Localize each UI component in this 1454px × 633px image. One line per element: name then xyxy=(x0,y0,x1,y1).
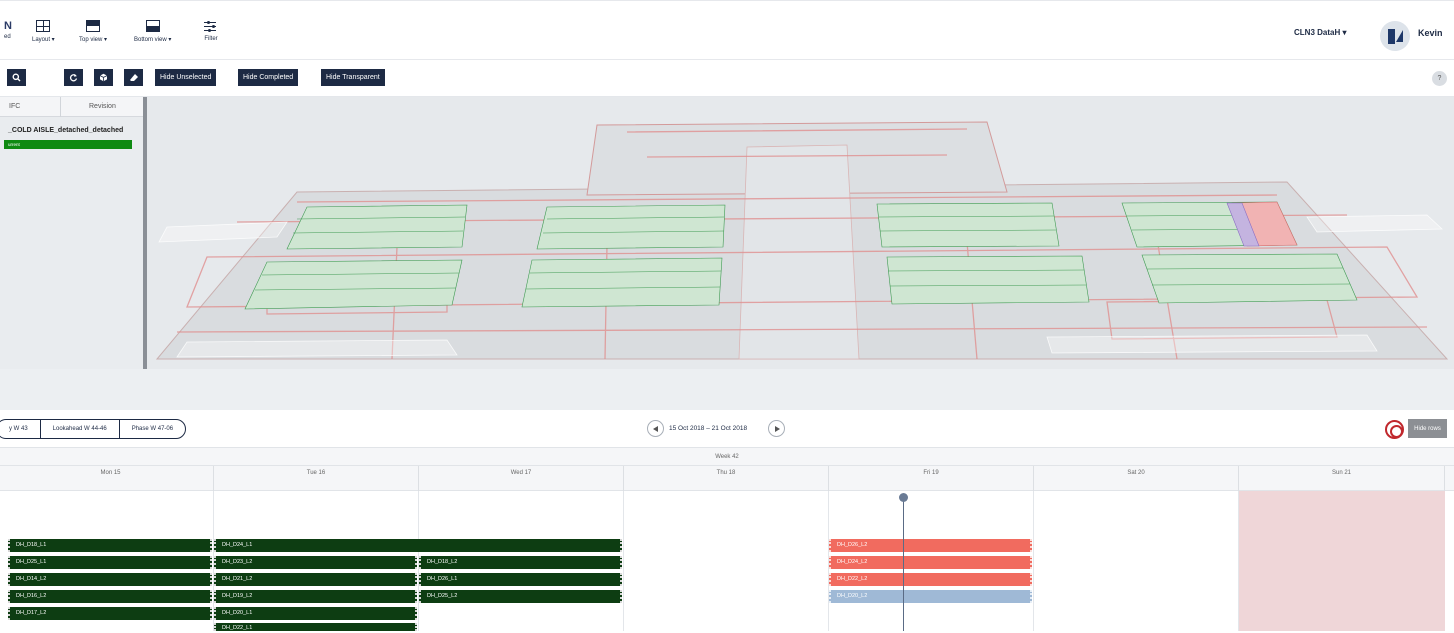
task-bar[interactable]: DH_D20_L2 xyxy=(829,590,1032,603)
model-row-name[interactable]: _COLD AISLE_detached_detached xyxy=(8,127,123,134)
task-bar[interactable]: DH_D24_L2 xyxy=(829,556,1032,569)
day-header-mon: Mon 15 xyxy=(8,466,214,491)
project-selector[interactable]: CLN3 DataH ▾ xyxy=(1294,28,1346,37)
building-model-render xyxy=(155,121,1449,360)
day-header-sun: Sun 21 xyxy=(1239,466,1445,491)
previous-week-button[interactable] xyxy=(647,420,664,437)
task-bar[interactable]: DH_D22_L2 xyxy=(829,573,1032,586)
top-view-label: Top view ▾ xyxy=(79,37,108,43)
bottom-view-menu[interactable]: Bottom view ▾ xyxy=(134,20,171,43)
cube-icon xyxy=(99,73,108,82)
layout-icon xyxy=(36,20,51,32)
hide-rows-button[interactable]: Hide rows xyxy=(1408,419,1447,438)
tab-lookahead[interactable]: Lookahead W 44-46 xyxy=(41,420,120,438)
user-name[interactable]: Kevin xyxy=(1418,28,1443,38)
ifc-column-header[interactable]: IFC xyxy=(9,103,20,110)
refresh-icon xyxy=(69,74,78,82)
eraser-icon xyxy=(129,74,138,81)
task-bar[interactable]: DH_D17_L2 xyxy=(8,607,212,620)
revision-column-header[interactable]: Revision xyxy=(89,103,116,110)
hide-unselected-button[interactable]: Hide Unselected xyxy=(155,69,217,86)
hide-transparent-button[interactable]: Hide Transparent xyxy=(321,69,385,86)
task-bar[interactable]: DH_D20_L1 xyxy=(214,607,417,620)
task-bar[interactable]: DH_D24_L1 xyxy=(214,539,622,552)
schedule-toolbar: y W 43 Lookahead W 44-46 Phase W 47-06 1… xyxy=(0,410,1454,447)
task-bar[interactable]: DH_D22_L1 xyxy=(214,623,417,631)
task-bar[interactable]: DH_D16_L2 xyxy=(8,590,212,603)
task-bar[interactable]: DH_D14_L2 xyxy=(8,573,212,586)
avatar[interactable] xyxy=(1380,21,1410,51)
task-bar[interactable]: DH_D26_L2 xyxy=(829,539,1032,552)
day-header-thu: Thu 18 xyxy=(624,466,829,491)
panel-header: IFC Revision xyxy=(0,97,143,117)
gantt-chart: Week 42 Mon 15 Tue 16 Wed 17 Thu 18 Fri … xyxy=(0,447,1454,631)
layout-label: Layout ▾ xyxy=(32,37,55,43)
current-time-marker[interactable] xyxy=(899,493,908,502)
logo-mark: N xyxy=(4,20,12,32)
help-button[interactable]: ? xyxy=(1432,71,1447,86)
task-bar[interactable]: DH_D23_L2 xyxy=(214,556,417,569)
day-header-wed: Wed 17 xyxy=(419,466,624,491)
refresh-button[interactable] xyxy=(64,69,83,86)
day-header-sat: Sat 20 xyxy=(1034,466,1239,491)
day-header-fri: Fri 19 xyxy=(829,466,1034,491)
task-bar[interactable]: DH_D19_L2 xyxy=(214,590,417,603)
current-time-line xyxy=(903,496,904,631)
day-header-row: Mon 15 Tue 16 Wed 17 Thu 18 Fri 19 Sat 2… xyxy=(0,466,1454,491)
task-bar[interactable]: DH_D18_L1 xyxy=(8,539,212,552)
date-range-label: 15 Oct 2018 – 21 Oct 2018 xyxy=(669,425,748,432)
eraser-button[interactable] xyxy=(124,69,143,86)
top-view-icon xyxy=(86,20,101,32)
main-toolbar: N ed Layout ▾ Top view ▾ Bottom view ▾ F… xyxy=(0,0,1454,60)
chevron-left-icon xyxy=(653,426,658,432)
bottom-view-icon xyxy=(145,20,160,32)
action-bar: Hide Unselected Hide Completed Hide Tran… xyxy=(0,61,1454,97)
viewport-footer xyxy=(0,369,1454,410)
3d-model-viewport[interactable] xyxy=(147,97,1454,369)
chevron-right-icon xyxy=(775,426,780,432)
task-bar[interactable]: DH_D25_L2 xyxy=(419,590,622,603)
cube-view-button[interactable] xyxy=(94,69,113,86)
day-header-tue: Tue 16 xyxy=(214,466,419,491)
hide-completed-button[interactable]: Hide Completed xyxy=(238,69,299,86)
filter-icon xyxy=(204,20,218,32)
tab-phase[interactable]: Phase W 47-06 xyxy=(120,420,185,438)
tab-weekly[interactable]: y W 43 xyxy=(0,420,41,438)
layout-menu[interactable]: Layout ▾ xyxy=(32,20,55,43)
bottom-view-label: Bottom view ▾ xyxy=(134,37,172,43)
filter-menu[interactable]: Filter xyxy=(204,20,218,42)
model-list-panel: IFC Revision _COLD AISLE_detached_detach… xyxy=(0,97,143,369)
filter-label: Filter xyxy=(204,36,218,42)
focus-today-icon[interactable] xyxy=(1385,420,1404,439)
task-bar[interactable]: DH_D21_L2 xyxy=(214,573,417,586)
search-button[interactable] xyxy=(7,69,26,86)
phase-tabs: y W 43 Lookahead W 44-46 Phase W 47-06 xyxy=(0,419,187,439)
week-header: Week 42 xyxy=(0,447,1454,466)
logo-label: ed xyxy=(4,34,11,40)
task-bar[interactable]: DH_D26_L1 xyxy=(419,573,622,586)
top-view-menu[interactable]: Top view ▾ xyxy=(79,20,107,43)
search-icon xyxy=(12,73,21,82)
next-week-button[interactable] xyxy=(768,420,785,437)
app-logo: N ed xyxy=(4,20,12,40)
task-bar[interactable]: DH_D18_L2 xyxy=(419,556,622,569)
task-bar[interactable]: DH_D25_L1 xyxy=(8,556,212,569)
weekend-shade xyxy=(1239,491,1445,631)
model-status-badge: urrent xyxy=(4,140,132,149)
